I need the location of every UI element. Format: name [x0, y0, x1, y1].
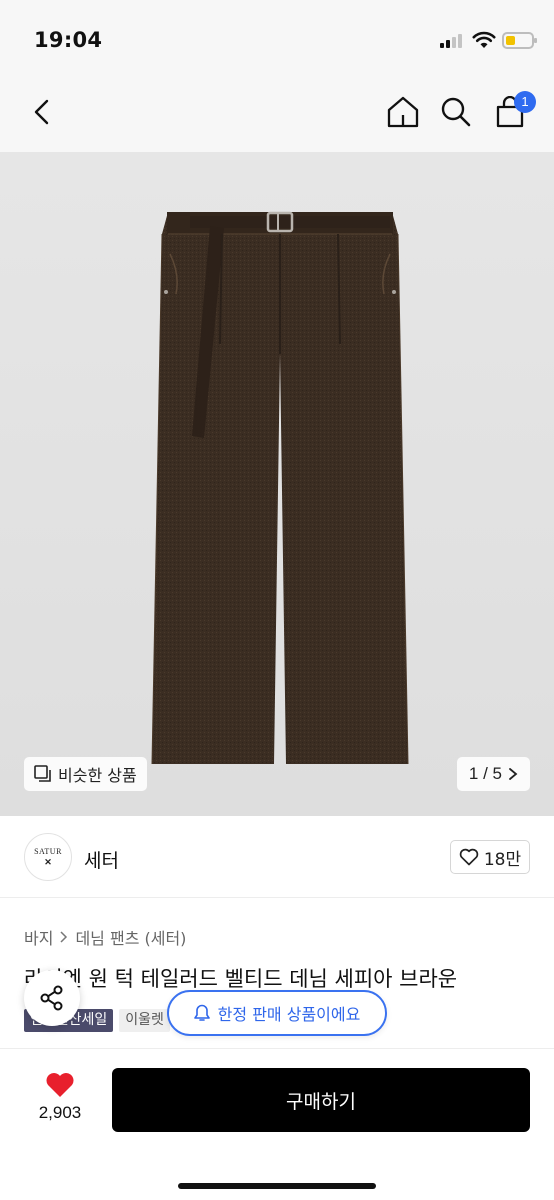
- seller-row: SATUR ✕ 세터 18만: [0, 816, 554, 898]
- bell-icon: [193, 1004, 210, 1021]
- seller-name[interactable]: 세터: [84, 846, 119, 873]
- wifi-icon: [472, 31, 496, 48]
- product-title: 라이엔 원 턱 테일러드 벨티드 데님 세피아 브라운: [24, 967, 458, 991]
- chevron-right-icon: [509, 768, 518, 780]
- cart-count-badge: 1: [514, 91, 536, 113]
- similar-products-label: 비슷한 상품: [58, 766, 137, 785]
- cart-button[interactable]: 1: [488, 90, 536, 134]
- chevron-right-icon: [60, 931, 68, 943]
- product-photo: [151, 211, 409, 765]
- limited-sale-label: 한정 판매 상품이에요: [217, 1005, 361, 1024]
- home-button[interactable]: [381, 90, 425, 134]
- image-page-text: 1 / 5: [468, 764, 502, 783]
- heart-outline-icon: [459, 848, 479, 866]
- breadcrumb-subcategory[interactable]: 데님 팬츠 (세터): [75, 925, 186, 949]
- breadcrumb: 바지 데님 팬츠 (세터): [24, 925, 186, 949]
- buy-button[interactable]: 구매하기: [112, 1068, 530, 1132]
- heart-filled-icon: [46, 1073, 74, 1097]
- cellular-signal-icon: [440, 34, 466, 48]
- share-button[interactable]: [24, 970, 80, 1026]
- status-bar: 19:04: [0, 0, 554, 80]
- store-like-count: 18만: [483, 849, 522, 870]
- back-button[interactable]: [20, 90, 64, 134]
- similar-products-button[interactable]: 비슷한 상품: [24, 757, 147, 791]
- store-like-button[interactable]: 18만: [450, 840, 530, 874]
- status-time: 19:04: [34, 28, 103, 52]
- search-icon: [441, 97, 471, 127]
- battery-icon: [502, 32, 537, 49]
- seller-logo[interactable]: SATUR ✕: [24, 833, 72, 881]
- image-page-indicator[interactable]: 1 / 5: [456, 757, 530, 791]
- limited-sale-notice[interactable]: 한정 판매 상품이에요: [167, 990, 387, 1036]
- chevron-left-icon: [34, 99, 49, 125]
- search-button[interactable]: [434, 90, 478, 134]
- similar-items-icon: [34, 765, 51, 782]
- home-indicator: [178, 1183, 376, 1189]
- breadcrumb-category[interactable]: 바지: [24, 925, 53, 949]
- wishlist-count: 2,903: [38, 1103, 82, 1122]
- top-nav: 1: [0, 80, 554, 152]
- outlet-tag: 이울렛: [119, 1009, 170, 1032]
- wishlist-button[interactable]: 2,903: [30, 1071, 90, 1123]
- bottom-action-bar: 2,903 구매하기: [0, 1048, 554, 1200]
- product-image-gallery[interactable]: 비슷한 상품 1 / 5: [0, 152, 554, 816]
- share-icon: [40, 985, 63, 1011]
- home-icon: [387, 96, 419, 128]
